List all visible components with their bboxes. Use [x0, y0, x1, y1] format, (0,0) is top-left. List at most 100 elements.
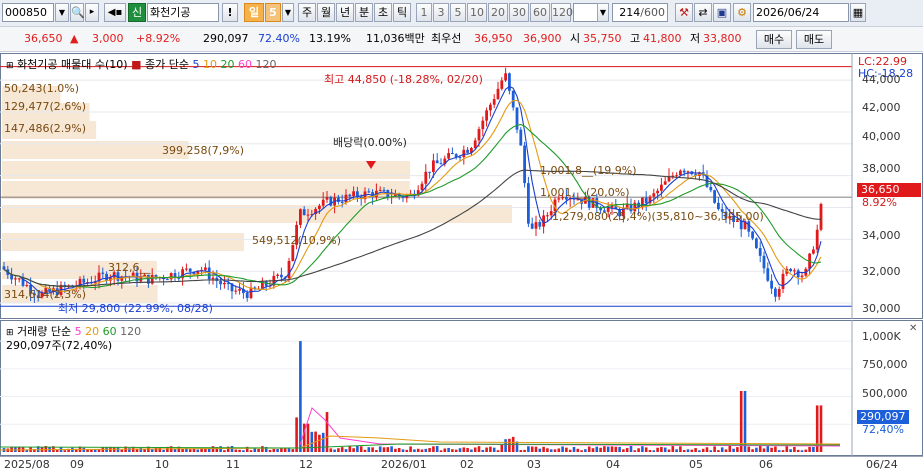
volume-bar — [93, 449, 97, 452]
candle-body — [348, 194, 352, 197]
period-month-button[interactable]: 월 — [317, 3, 335, 22]
volume-bar — [686, 449, 690, 452]
candle-body — [188, 268, 192, 272]
period-day-button[interactable]: 일 — [244, 3, 264, 22]
volume-bar — [663, 447, 667, 452]
collapse-icon[interactable]: ⊞ — [6, 61, 14, 71]
price-change: 3,000 — [92, 32, 124, 45]
volume-bar — [492, 447, 496, 452]
save-icon[interactable]: ▣ — [713, 3, 731, 22]
volume-bar — [690, 449, 694, 452]
custom-interval-dropdown[interactable]: ▼ — [597, 3, 609, 22]
date-field[interactable]: 2026/06/24 — [753, 3, 849, 22]
candle-body — [82, 278, 86, 283]
stock-name-field[interactable]: 화천기공 — [147, 3, 219, 22]
vol-tick: 750,000 — [862, 358, 908, 371]
candle-body — [492, 99, 496, 105]
candle-body — [367, 191, 371, 193]
volume-bar — [644, 447, 648, 452]
volume-bar — [599, 447, 602, 452]
volume-bar — [808, 446, 811, 452]
volume: 290,097 — [203, 32, 249, 45]
candle-body — [751, 231, 754, 239]
period-year-button[interactable]: 년 — [336, 3, 354, 22]
y-tick: 44,000 — [862, 73, 901, 86]
period-tick-button[interactable]: 틱 — [393, 3, 411, 22]
speaker-icon[interactable]: ◀▪ — [104, 3, 126, 22]
volume-bar — [576, 448, 580, 452]
period-week-button[interactable]: 주 — [298, 3, 316, 22]
candle-body — [207, 267, 211, 280]
ma-5: 5 — [192, 58, 200, 71]
volume-bar — [390, 446, 393, 452]
candle-body — [762, 255, 766, 269]
candle-body — [504, 73, 507, 81]
volume-bar — [774, 446, 777, 452]
current-volume-tag: 290,097 — [857, 410, 909, 424]
candle-body — [219, 280, 222, 285]
stock-code-input[interactable]: 000850 — [2, 3, 54, 22]
volume-bar — [359, 446, 363, 452]
bar-count-field[interactable]: 214/600 — [612, 3, 668, 22]
volume-bar — [530, 446, 534, 452]
period-minute-button[interactable]: 분 — [355, 3, 373, 22]
candle-body — [204, 267, 207, 270]
interval-30-button[interactable]: 30 — [509, 3, 529, 22]
volume-ma-5 — [299, 407, 841, 447]
candle-body — [519, 129, 523, 146]
volume-chart[interactable] — [0, 320, 923, 456]
candle-body — [530, 223, 534, 229]
y-tick: 40,000 — [862, 130, 901, 143]
chevron-right-icon[interactable]: ▸ — [85, 3, 99, 22]
price-chart[interactable] — [0, 53, 923, 319]
volume-bar — [694, 448, 697, 452]
profile-legend: 화천기공 매물대 수(10) — [17, 58, 128, 71]
candle-body — [481, 120, 485, 130]
period-dropdown-button[interactable]: ▼ — [282, 3, 294, 22]
volume-bar — [397, 448, 401, 452]
volume-bar — [717, 450, 720, 452]
candle-body — [447, 153, 450, 159]
code-dropdown-button[interactable]: ▼ — [55, 3, 69, 22]
sell-button[interactable]: 매도 — [796, 30, 832, 49]
low-price: 33,800 — [703, 32, 742, 45]
volume-bar — [253, 448, 257, 452]
volume-profile-label: 1,001,__(20,0%) — [540, 186, 630, 199]
volume-bar — [675, 449, 678, 452]
interval-60-button[interactable]: 60 — [530, 3, 550, 22]
interval-3-button[interactable]: 3 — [433, 3, 449, 22]
volume-bar — [310, 431, 314, 452]
volume-bar — [416, 448, 420, 452]
volume-profile-bar — [2, 181, 410, 199]
volume-bar — [454, 449, 458, 452]
close-pane-icon[interactable]: ✕ — [909, 323, 917, 334]
calendar-icon[interactable]: ▦ — [850, 3, 866, 22]
tools-icon[interactable]: ⚒ — [675, 3, 693, 22]
best-ask: 36,950 — [474, 32, 513, 45]
alert-button[interactable]: ! — [222, 3, 238, 22]
interval-10-button[interactable]: 10 — [467, 3, 487, 22]
volume-bar — [496, 450, 500, 452]
buy-button[interactable]: 매수 — [756, 30, 792, 49]
volume-bar — [641, 446, 644, 452]
candle-body — [796, 270, 800, 278]
interval-20-button[interactable]: 20 — [488, 3, 508, 22]
period-num-button[interactable]: 5 — [265, 3, 281, 22]
interval-5-button[interactable]: 5 — [450, 3, 466, 22]
gear-icon[interactable]: ⚙ — [733, 3, 751, 22]
ma-10: 10 — [202, 58, 217, 71]
candle-body — [709, 186, 713, 191]
high-price: 41,800 — [643, 32, 682, 45]
volume-profile-label: 312,6__ — [108, 261, 151, 274]
volume-bar — [709, 450, 713, 452]
search-icon[interactable]: 🔍 — [70, 3, 85, 22]
x-axis-current-date: 06/24 — [866, 458, 898, 471]
link-icon[interactable]: ⇄ — [694, 3, 712, 22]
period-second-button[interactable]: 초 — [374, 3, 392, 22]
interval-120-button[interactable]: 120 — [551, 3, 573, 22]
candle-body — [451, 153, 454, 155]
volume-bar — [770, 447, 773, 452]
volume-bar — [527, 446, 530, 452]
candle-body — [321, 199, 325, 206]
interval-1-button[interactable]: 1 — [416, 3, 432, 22]
